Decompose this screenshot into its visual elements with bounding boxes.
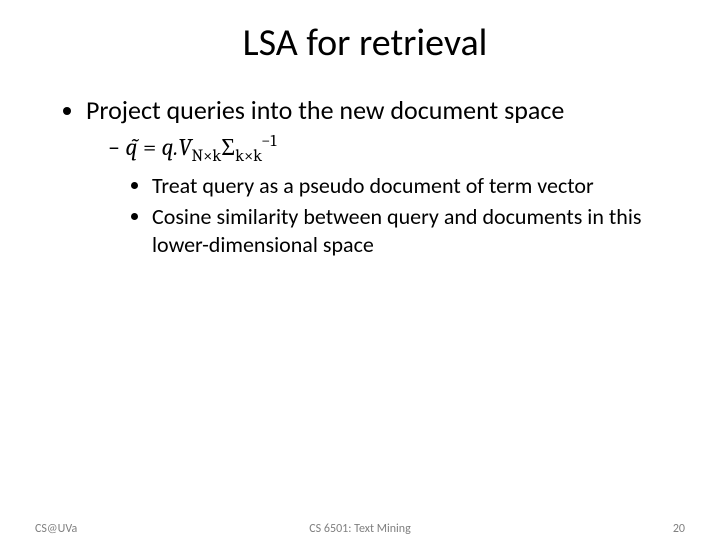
formula-Vsub: N×k (191, 147, 221, 166)
bullet-sub2: Cosine similarity between query and docu… (152, 203, 670, 258)
footer-center: CS 6501: Text Mining (0, 522, 720, 536)
formula-q: q. (162, 133, 179, 161)
slide-title: LSA for retrieval (60, 20, 670, 66)
slide: LSA for retrieval Project queries into t… (0, 0, 720, 540)
formula-Sigsub: k×k (235, 147, 262, 166)
bullet-formula: q̃ = q.VN×kΣk×k−1 Treat query as a pseud… (108, 132, 670, 258)
page-number: 20 (673, 522, 685, 536)
bullet-l1: Project queries into the new document sp… (86, 94, 670, 258)
formula-Sig: Σ (221, 133, 235, 161)
bullet-sub1: Treat query as a pseudo document of term… (152, 172, 670, 200)
formula: q̃ = q.VN×kΣk×k−1 (125, 133, 277, 161)
bullet-l3-list: Treat query as a pseudo document of term… (152, 172, 670, 259)
formula-eq: = (138, 133, 162, 161)
formula-V: V (178, 133, 191, 161)
bullet-list: Project queries into the new document sp… (86, 94, 670, 258)
bullet-l2-list: q̃ = q.VN×kΣk×k−1 Treat query as a pseud… (108, 132, 670, 258)
formula-inv: −1 (261, 132, 276, 151)
bullet-l1-text: Project queries into the new document sp… (86, 94, 564, 126)
formula-lhs: q̃ (125, 133, 137, 161)
